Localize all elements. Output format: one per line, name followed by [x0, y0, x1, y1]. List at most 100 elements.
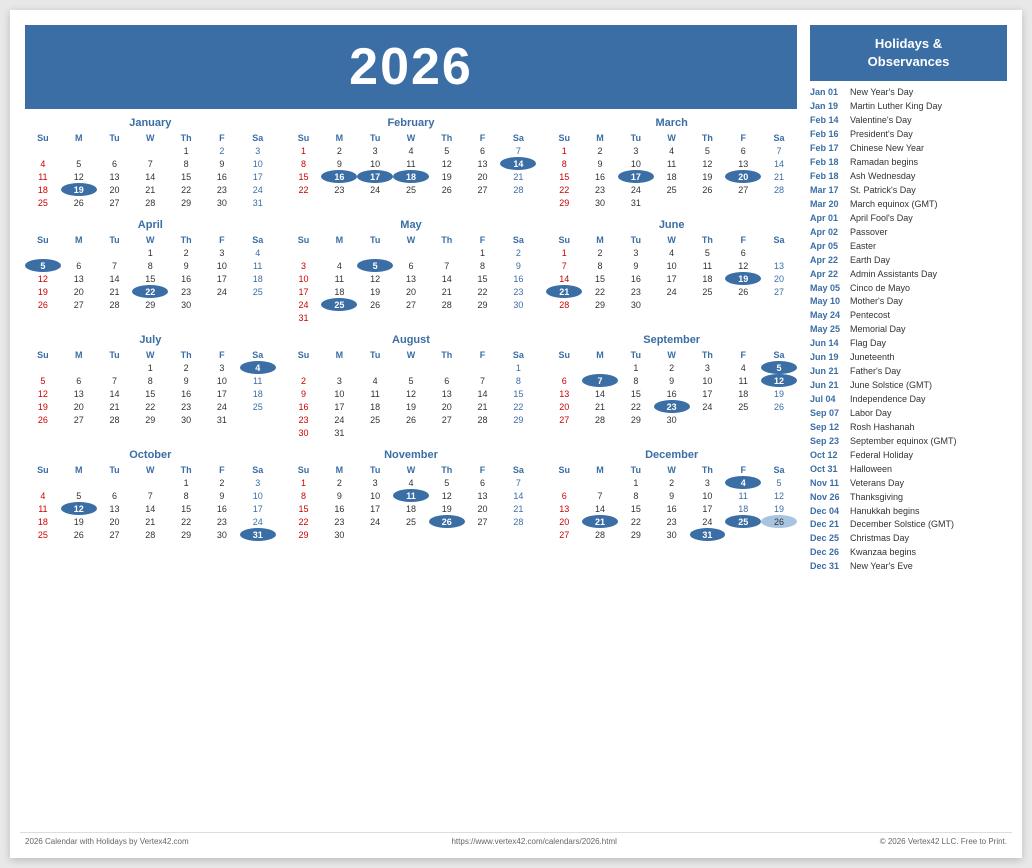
cal-table-august: SuMTuWThFSa 1 2345678 9101112131415 1617… — [286, 349, 537, 439]
holiday-date: Sep 07 — [810, 407, 846, 421]
month-title-november: November — [286, 449, 537, 461]
holiday-date: Apr 22 — [810, 268, 846, 282]
holiday-name: Admin Assistants Day — [850, 268, 937, 282]
sidebar-header: Holidays &Observances — [810, 25, 1007, 81]
holiday-date: Feb 16 — [810, 128, 846, 142]
holiday-list: Jan 01New Year's DayJan 19Martin Luther … — [810, 86, 1007, 574]
cal-table-february: SuMTuWThFSa 1234567 891011121314 1516171… — [286, 132, 537, 196]
holiday-item: Dec 25Christmas Day — [810, 532, 1007, 546]
holiday-date: Apr 02 — [810, 226, 846, 240]
holiday-item: Jun 19 Juneteenth — [810, 351, 1007, 365]
holiday-item: Feb 17Chinese New Year — [810, 142, 1007, 156]
holiday-name: December Solstice (GMT) — [850, 518, 954, 532]
holiday-date: Nov 26 — [810, 491, 846, 505]
holiday-name: April Fool's Day — [850, 212, 913, 226]
holiday-name: Ramadan begins — [850, 156, 918, 170]
month-february: February SuMTuWThFSa 1234567 89101112131… — [286, 117, 537, 209]
month-title-april: April — [25, 219, 276, 231]
holiday-name: Christmas Day — [850, 532, 909, 546]
month-october: October SuMTuWThFSa 123 45678910 1112131… — [25, 449, 276, 541]
month-january: January SuMTuWThFSa 123 45678910 1112131… — [25, 117, 276, 209]
holiday-date: Jun 21 — [810, 379, 846, 393]
holiday-item: Sep 23September equinox (GMT) — [810, 435, 1007, 449]
month-july: July SuMTuWThFSa 1234 567891011 12131415… — [25, 334, 276, 439]
holiday-name: Hanukkah begins — [850, 505, 920, 519]
holiday-item: Mar 20March equinox (GMT) — [810, 198, 1007, 212]
holiday-item: Jun 21Father's Day — [810, 365, 1007, 379]
cal-table-december: SuMTuWThFSa 12345 6789101112 13141516171… — [546, 464, 797, 541]
holiday-date: Jun 19 — [810, 351, 846, 365]
holiday-item: Apr 02 Passover — [810, 226, 1007, 240]
holiday-date: May 05 — [810, 282, 846, 296]
cal-table-june: SuMTuWThFSa 123456 78910111213 141516171… — [546, 234, 797, 311]
holiday-name: Veterans Day — [850, 477, 904, 491]
holiday-item: Feb 16 President's Day — [810, 128, 1007, 142]
holiday-name: Pentecost — [850, 309, 890, 323]
holiday-item: Jan 19Martin Luther King Day — [810, 100, 1007, 114]
holiday-name: Labor Day — [850, 407, 892, 421]
month-title-october: October — [25, 449, 276, 461]
month-april: April SuMTuWThFSa 1234 567891011 1213141… — [25, 219, 276, 324]
holiday-name: Juneteenth — [850, 351, 895, 365]
holiday-name: Mother's Day — [850, 295, 903, 309]
footer-left: 2026 Calendar with Holidays by Vertex42.… — [25, 837, 189, 846]
holiday-date: Feb 18 — [810, 156, 846, 170]
holiday-date: Apr 01 — [810, 212, 846, 226]
holiday-item: May 25 Memorial Day — [810, 323, 1007, 337]
holiday-item: Dec 04Hanukkah begins — [810, 505, 1007, 519]
holiday-item: Apr 22Earth Day — [810, 254, 1007, 268]
footer-right: © 2026 Vertex42 LLC. Free to Print. — [880, 837, 1007, 846]
holiday-name: New Year's Eve — [850, 560, 913, 574]
holiday-date: Oct 31 — [810, 463, 846, 477]
cal-table-march: SuMTuWThFSa 1234567 891011121314 1516171… — [546, 132, 797, 209]
holiday-item: Oct 12Federal Holiday — [810, 449, 1007, 463]
holiday-name: September equinox (GMT) — [850, 435, 957, 449]
cal-table-january: SuMTuWThFSa 123 45678910 11121314151617 … — [25, 132, 276, 209]
sidebar: Holidays &Observances Jan 01New Year's D… — [802, 20, 1012, 828]
holiday-item: Apr 05Easter — [810, 240, 1007, 254]
holiday-name: Independence Day — [850, 393, 926, 407]
holiday-item: Apr 22 Admin Assistants Day — [810, 268, 1007, 282]
holiday-item: Mar 17St. Patrick's Day — [810, 184, 1007, 198]
month-december: December SuMTuWThFSa 12345 6789101112 13… — [546, 449, 797, 541]
holiday-date: May 25 — [810, 323, 846, 337]
holiday-item: Apr 01 April Fool's Day — [810, 212, 1007, 226]
holiday-item: Nov 11Veterans Day — [810, 477, 1007, 491]
holiday-name: June Solstice (GMT) — [850, 379, 932, 393]
holiday-date: Mar 20 — [810, 198, 846, 212]
holiday-date: Feb 18 — [810, 170, 846, 184]
holiday-name: Passover — [850, 226, 888, 240]
holiday-date: Dec 21 — [810, 518, 846, 532]
calendar-section: 2026 January SuMTuWThFSa 123 45678910 — [20, 20, 802, 828]
holiday-date: Jun 14 — [810, 337, 846, 351]
holiday-name: New Year's Day — [850, 86, 913, 100]
cal-table-october: SuMTuWThFSa 123 45678910 11121314151617 … — [25, 464, 276, 541]
month-june: June SuMTuWThFSa 123456 78910111213 1415… — [546, 219, 797, 324]
month-may: May SuMTuWThFSa 12 3456789 1011121314151… — [286, 219, 537, 324]
month-title-september: September — [546, 334, 797, 346]
holiday-date: Apr 05 — [810, 240, 846, 254]
holiday-name: Memorial Day — [850, 323, 906, 337]
cal-table-may: SuMTuWThFSa 12 3456789 10111213141516 17… — [286, 234, 537, 324]
holiday-name: Ash Wednesday — [850, 170, 915, 184]
holiday-date: May 24 — [810, 309, 846, 323]
holiday-name: Rosh Hashanah — [850, 421, 915, 435]
holiday-date: Jun 21 — [810, 365, 846, 379]
holiday-item: Dec 21 December Solstice (GMT) — [810, 518, 1007, 532]
holiday-item: Jan 01New Year's Day — [810, 86, 1007, 100]
month-title-march: March — [546, 117, 797, 129]
cal-table-april: SuMTuWThFSa 1234 567891011 1213141516171… — [25, 234, 276, 311]
holiday-item: Feb 18 Ash Wednesday — [810, 170, 1007, 184]
holiday-item: Jul 04Independence Day — [810, 393, 1007, 407]
holiday-item: Sep 07 Labor Day — [810, 407, 1007, 421]
holiday-item: Dec 31New Year's Eve — [810, 560, 1007, 574]
footer: 2026 Calendar with Holidays by Vertex42.… — [20, 832, 1012, 848]
holiday-item: May 10 Mother's Day — [810, 295, 1007, 309]
holiday-date: May 10 — [810, 295, 846, 309]
holiday-name: President's Day — [850, 128, 913, 142]
month-march: March SuMTuWThFSa 1234567 891011121314 1… — [546, 117, 797, 209]
holiday-date: Sep 12 — [810, 421, 846, 435]
holiday-name: Halloween — [850, 463, 892, 477]
holiday-date: Feb 14 — [810, 114, 846, 128]
holiday-name: Kwanzaa begins — [850, 546, 916, 560]
